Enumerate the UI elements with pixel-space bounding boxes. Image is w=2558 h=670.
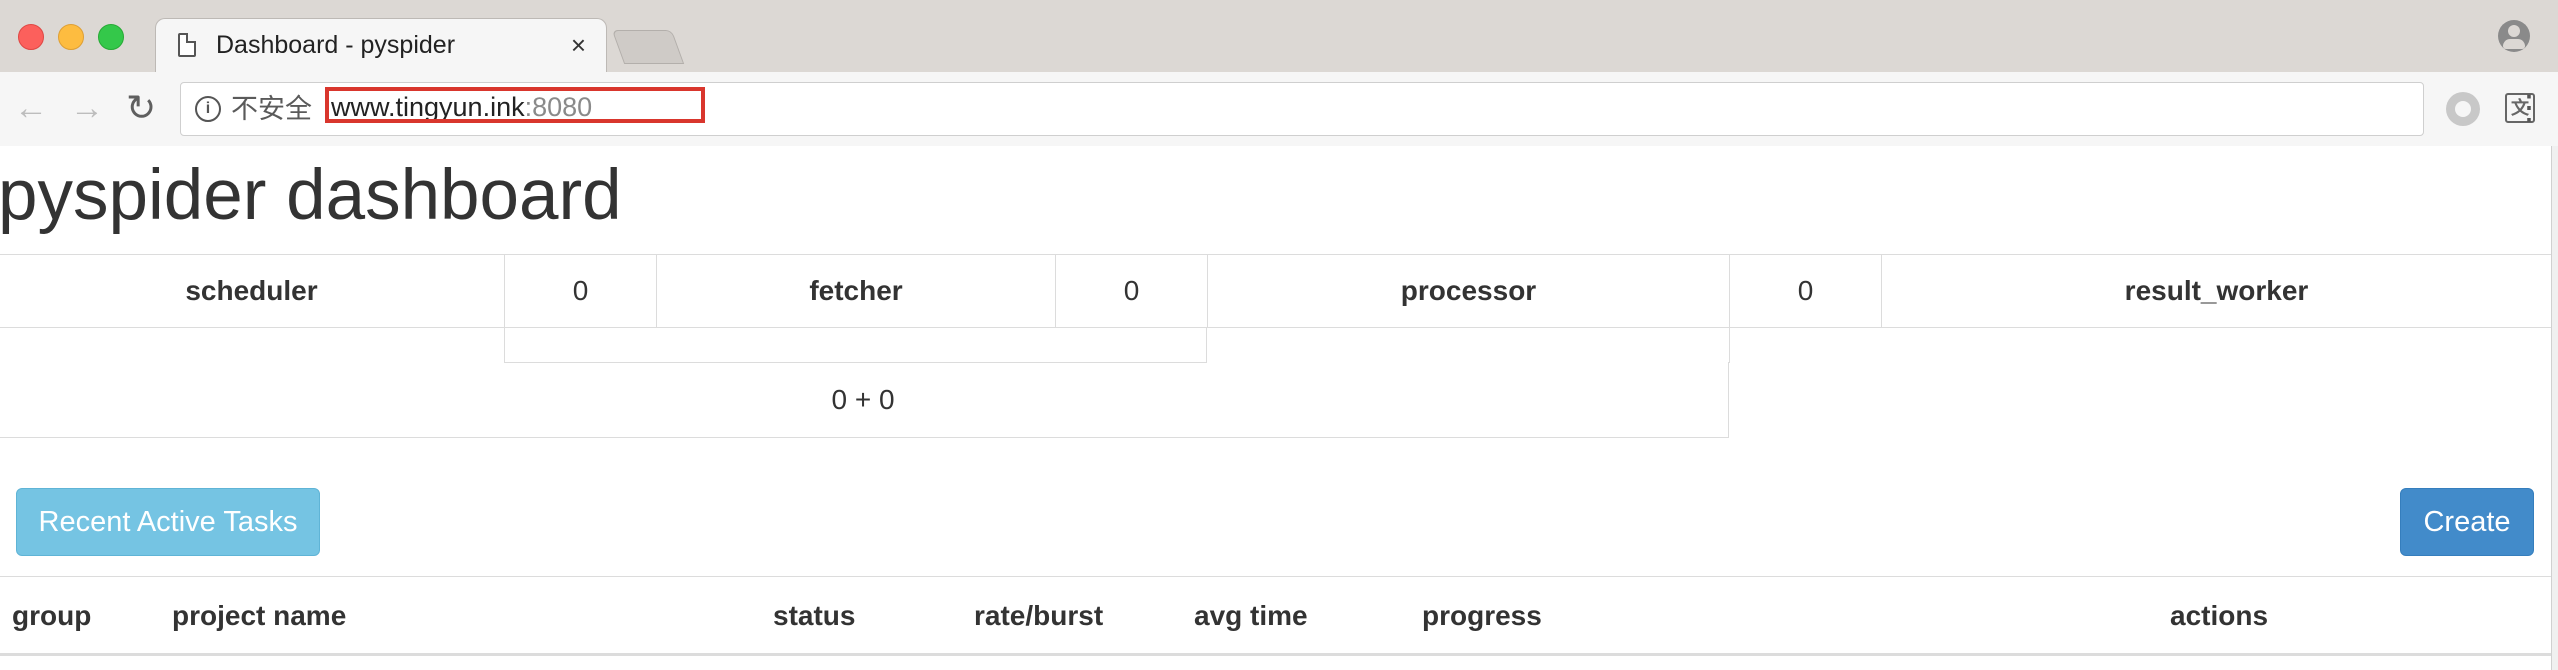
- processor-cell: processor: [1207, 254, 1730, 328]
- processor-label: processor: [1400, 275, 1537, 306]
- close-window-button[interactable]: [18, 24, 44, 50]
- info-icon[interactable]: i: [195, 96, 221, 122]
- page-title: pyspider dashboard: [0, 156, 622, 235]
- minimize-window-button[interactable]: [58, 24, 84, 50]
- result-worker-cell: result_worker: [1881, 254, 2552, 328]
- kebab-menu-icon[interactable]: ⋮: [2512, 88, 2546, 128]
- extension-icon[interactable]: [2446, 92, 2480, 126]
- projects-table-header: group project name status rate/burst avg…: [0, 576, 2551, 656]
- browser-title-bar: Dashboard - pyspider ×: [0, 0, 2558, 75]
- column-header-rate-burst[interactable]: rate/burst: [974, 599, 1103, 633]
- new-tab-button[interactable]: [611, 30, 685, 64]
- document-icon: [178, 33, 196, 57]
- browser-toolbar: ← → ↻ i 不安全 www.tingyun.ink:8080 文 ☆ ⋮: [0, 72, 2558, 147]
- combined-queue-cell: 0 + 0: [0, 362, 1729, 438]
- create-project-button[interactable]: Create: [2400, 488, 2534, 556]
- column-header-avg-time[interactable]: avg time: [1194, 599, 1308, 633]
- processor-detail-cell: [1207, 327, 1730, 363]
- column-header-group[interactable]: group: [12, 599, 91, 633]
- column-header-actions[interactable]: actions: [2170, 599, 2268, 633]
- address-bar[interactable]: i 不安全 www.tingyun.ink:8080 文 ☆: [180, 82, 2558, 136]
- maximize-window-button[interactable]: [98, 24, 124, 50]
- page-content: pyspider dashboard scheduler 0 fetcher 0…: [0, 146, 2552, 670]
- result-worker-label: result_worker: [2124, 275, 2309, 306]
- column-header-progress[interactable]: progress: [1422, 599, 1542, 633]
- fetcher-detail-cell: [504, 327, 1207, 363]
- tab-title: Dashboard - pyspider: [216, 31, 456, 59]
- queue-count: 0: [1797, 275, 1814, 306]
- fetcher-to-processor-count: 0: [1055, 254, 1208, 328]
- profile-icon[interactable]: [2498, 20, 2530, 52]
- recent-active-tasks-button[interactable]: Recent Active Tasks: [16, 488, 320, 556]
- fetcher-cell: fetcher: [656, 254, 1056, 328]
- arrow-right-icon[interactable]: →: [70, 88, 104, 128]
- tab-close-button[interactable]: ×: [571, 29, 586, 61]
- security-status[interactable]: 不安全: [231, 93, 312, 125]
- reload-icon[interactable]: ↻: [126, 88, 156, 128]
- scheduler-label: scheduler: [185, 275, 318, 306]
- scheduler-to-fetcher-count: 0: [504, 254, 657, 328]
- scheduler-cell: scheduler: [0, 254, 505, 328]
- queue-sum: 0 + 0: [831, 383, 895, 415]
- column-header-project-name[interactable]: project name: [172, 599, 346, 633]
- column-header-status[interactable]: status: [773, 599, 855, 633]
- arrow-left-icon[interactable]: ←: [14, 88, 48, 128]
- browser-tab[interactable]: Dashboard - pyspider ×: [155, 18, 607, 75]
- queue-count: 0: [1123, 275, 1140, 306]
- processor-to-result-count: 0: [1729, 254, 1882, 328]
- url-highlight-box: [325, 87, 705, 123]
- scrollbar[interactable]: [2551, 146, 2558, 670]
- queue-count: 0: [572, 275, 589, 306]
- fetcher-label: fetcher: [809, 275, 903, 306]
